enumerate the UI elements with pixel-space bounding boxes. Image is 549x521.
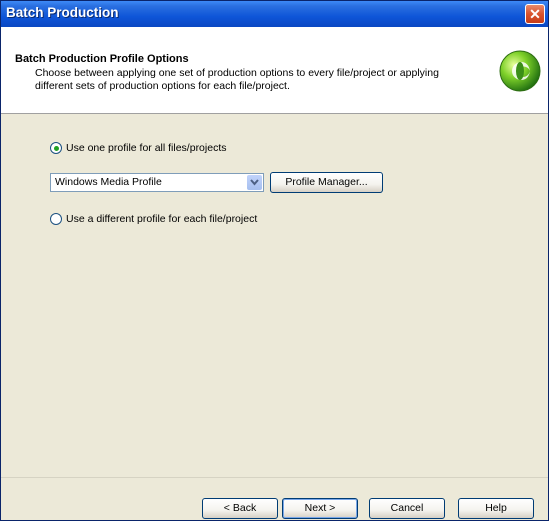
next-button[interactable]: Next >	[282, 498, 358, 519]
close-button[interactable]: ✕	[525, 4, 545, 24]
profile-manager-button[interactable]: Profile Manager...	[270, 172, 383, 193]
dialog-header: Batch Production Profile Options Choose …	[1, 27, 548, 114]
profile-select[interactable]: Windows Media Profile	[50, 173, 264, 192]
cancel-button[interactable]: Cancel	[369, 498, 445, 519]
window-title: Batch Production	[6, 5, 119, 20]
radio-one-profile[interactable]: Use one profile for all files/projects	[50, 142, 227, 154]
chevron-down-icon	[250, 179, 259, 186]
radio-different-profile-label: Use a different profile for each file/pr…	[66, 213, 258, 225]
header-description: Choose between applying one set of produ…	[35, 67, 439, 92]
green-orb-logo-icon	[499, 50, 541, 92]
radio-one-profile-label: Use one profile for all files/projects	[66, 142, 227, 154]
header-title: Batch Production Profile Options	[15, 53, 189, 65]
dropdown-arrow-button[interactable]	[247, 175, 262, 190]
back-button[interactable]: < Back	[202, 498, 278, 519]
footer-divider	[1, 477, 548, 478]
radio-button-selected[interactable]	[50, 142, 62, 154]
radio-button-unselected[interactable]	[50, 213, 62, 225]
title-bar[interactable]: Batch Production ✕	[1, 1, 548, 27]
close-icon: ✕	[529, 6, 541, 22]
help-button[interactable]: Help	[458, 498, 534, 519]
radio-different-profile[interactable]: Use a different profile for each file/pr…	[50, 213, 257, 225]
batch-production-dialog: Batch Production ✕ Batch Production Prof…	[0, 0, 549, 521]
profile-select-value: Windows Media Profile	[55, 176, 162, 188]
